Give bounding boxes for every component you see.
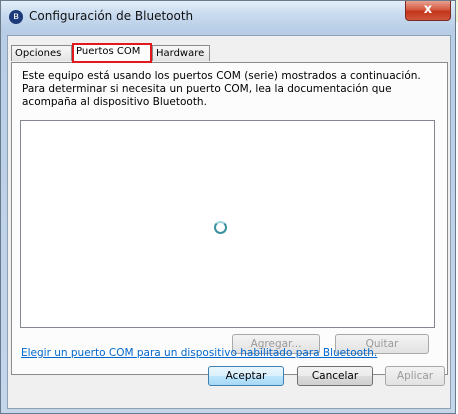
tab-puertos-com[interactable]: Puertos COM <box>72 43 152 63</box>
window-title: Configuración de Bluetooth <box>29 9 194 23</box>
dialog-body: Opciones Puertos COM Hardware Este equip… <box>7 35 451 409</box>
bluetooth-settings-window: ʙ Configuración de Bluetooth x Opciones … <box>0 0 456 414</box>
com-ports-list[interactable] <box>20 120 435 328</box>
tab-hardware[interactable]: Hardware <box>152 45 210 61</box>
close-button[interactable]: x <box>405 1 451 21</box>
loading-spinner-icon <box>214 221 227 234</box>
tab-panel-puertos-com: Este equipo está usando los puertos COM … <box>11 62 448 375</box>
bluetooth-icon: ʙ <box>9 10 23 24</box>
tab-opciones[interactable]: Opciones <box>11 45 72 61</box>
ok-button[interactable]: Aceptar <box>208 366 284 386</box>
cancel-button[interactable]: Cancelar <box>297 366 373 386</box>
apply-button[interactable]: Aplicar <box>385 366 445 386</box>
description-text: Este equipo está usando los puertos COM … <box>22 70 421 108</box>
help-link[interactable]: Elegir un puerto COM para un dispositivo… <box>21 347 377 359</box>
title-bar[interactable]: ʙ Configuración de Bluetooth x <box>1 1 455 31</box>
